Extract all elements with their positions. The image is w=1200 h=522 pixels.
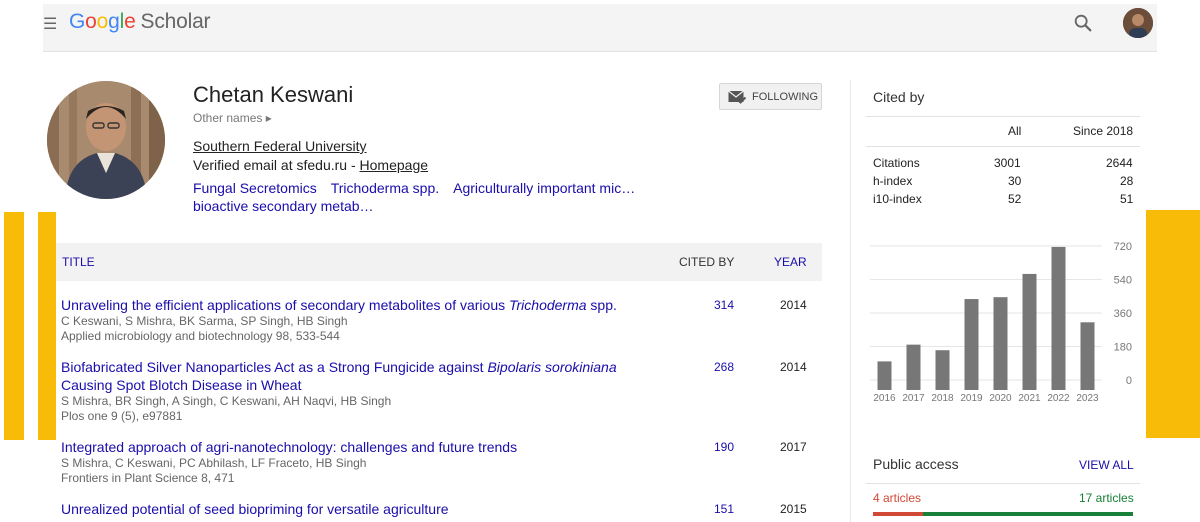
following-button[interactable]: FOLLOWING	[719, 83, 822, 110]
account-avatar[interactable]	[1123, 8, 1153, 38]
metric-since: 28	[1120, 174, 1134, 188]
metric-all: 52	[1008, 192, 1022, 206]
other-names-toggle[interactable]: Other names ▸	[193, 111, 272, 125]
top-bar: ☰ Google Scholar	[43, 4, 1157, 52]
x-tick-label: 2023	[1076, 393, 1099, 404]
available-link[interactable]: 17 articles	[1079, 491, 1134, 505]
y-tick-label: 540	[1114, 275, 1132, 287]
articles-table-header: TITLE CITED BY YEAR	[56, 243, 822, 281]
interest-link[interactable]: Agriculturally important mic…	[453, 180, 635, 196]
chart-bar-2020[interactable]	[993, 297, 1008, 390]
cited-by-count-link[interactable]: 268	[714, 360, 734, 374]
homepage-link[interactable]: Homepage	[360, 157, 429, 173]
article-venue: Applied microbiology and biotechnology 9…	[61, 329, 340, 343]
article-title-link[interactable]: Unraveling the efficient applications of…	[61, 296, 651, 314]
menu-icon[interactable]: ☰	[43, 14, 57, 34]
sort-by-title[interactable]: TITLE	[62, 255, 95, 269]
table-row: Integrated approach of agri-nanotechnolo…	[61, 438, 821, 486]
profile-photo	[47, 81, 165, 199]
article-title-link[interactable]: Unrealized potential of seed biopriming …	[61, 500, 651, 518]
article-authors: S Mishra, BR Singh, A Singh, C Keswani, …	[61, 394, 392, 408]
interest-link[interactable]: Fungal Secretomics	[193, 180, 317, 196]
envelope-check-icon	[728, 90, 746, 104]
article-year: 2015	[780, 502, 807, 516]
y-tick-label: 180	[1114, 342, 1132, 354]
x-tick-label: 2019	[960, 393, 983, 404]
chart-bar-2019[interactable]	[964, 299, 979, 390]
metric-label: Citations	[873, 156, 920, 170]
metric-since: 2644	[1106, 156, 1133, 170]
public-access-bar	[873, 512, 1133, 516]
public-access-bar-not-available	[873, 512, 923, 516]
article-year: 2017	[780, 440, 807, 454]
chart-bar-2018[interactable]	[935, 350, 950, 390]
article-authors: S Mishra, C Keswani, PC Abhilash, LF Fra…	[61, 456, 367, 470]
interest-link[interactable]: Trichoderma spp.	[331, 180, 439, 196]
x-tick-label: 2021	[1018, 393, 1041, 404]
chart-bar-2023[interactable]	[1080, 322, 1095, 390]
x-tick-label: 2022	[1047, 393, 1070, 404]
metric-label: h-index	[873, 174, 913, 188]
cited-by-count-link[interactable]: 314	[714, 298, 734, 312]
article-venue: Frontiers in Plant Science 8, 471	[61, 471, 235, 485]
metrics-col-since: Since 2018	[1073, 124, 1134, 138]
research-interests: Fungal Secretomics Trichoderma spp. Agricu…	[193, 179, 653, 215]
profile-name: Chetan Keswani	[193, 82, 354, 107]
metrics-col-all: All	[1008, 124, 1022, 138]
metric-since: 51	[1120, 192, 1134, 206]
article-title-link[interactable]: Biofabricated Silver Nanoparticles Act a…	[61, 358, 651, 394]
y-tick-label: 720	[1114, 241, 1132, 253]
cited-by-title: Cited by	[873, 89, 925, 105]
decor-bar-left-2	[38, 212, 56, 440]
cited-by-count-link[interactable]: 190	[714, 440, 734, 454]
x-tick-label: 2017	[902, 393, 925, 404]
interest-link[interactable]: bioactive secondary metab…	[193, 198, 374, 214]
verified-email: Verified email at sfedu.ru - Homepage	[193, 157, 429, 173]
table-row: Unrealized potential of seed biopriming …	[61, 500, 821, 518]
cited-by-count-link[interactable]: 151	[714, 502, 734, 516]
metric-label: i10-index	[873, 192, 922, 206]
public-access-title: Public access	[873, 456, 959, 472]
chart-bar-2016[interactable]	[877, 361, 892, 390]
x-tick-label: 2018	[931, 393, 954, 404]
divider	[866, 483, 1140, 484]
not-available-link[interactable]: 4 articles	[873, 491, 921, 505]
sidebar-divider	[850, 80, 851, 522]
citations-bar-chart: 0 180 360 540 720 2016 2017 2018 2019 2020 2021 202…	[870, 241, 1132, 404]
decor-bar-right	[1146, 210, 1200, 438]
decor-bar-left-1	[4, 212, 24, 440]
article-year: 2014	[780, 360, 807, 374]
sort-by-year[interactable]: YEAR	[774, 255, 807, 269]
search-icon[interactable]	[1072, 12, 1094, 34]
divider	[866, 146, 1140, 147]
article-year: 2014	[780, 298, 807, 312]
metric-all: 3001	[994, 156, 1021, 170]
chart-bar-2017[interactable]	[906, 344, 921, 390]
article-title-link[interactable]: Integrated approach of agri-nanotechnolo…	[61, 438, 651, 456]
google-scholar-logo[interactable]: Google Scholar	[69, 10, 211, 34]
chart-bar-2021[interactable]	[1022, 273, 1037, 390]
divider	[866, 116, 1140, 117]
x-tick-label: 2020	[989, 393, 1012, 404]
y-tick-label: 0	[1126, 375, 1132, 387]
y-tick-label: 360	[1114, 308, 1132, 320]
affiliation-link[interactable]: Southern Federal University	[193, 138, 367, 154]
metric-all: 30	[1008, 174, 1022, 188]
table-row: Biofabricated Silver Nanoparticles Act a…	[61, 358, 821, 424]
article-venue: Plos one 9 (5), e97881	[61, 409, 183, 423]
x-tick-label: 2016	[873, 393, 896, 404]
table-row: Unraveling the efficient applications of…	[61, 296, 821, 344]
sort-by-cited[interactable]: CITED BY	[679, 255, 734, 269]
view-all-link[interactable]: VIEW ALL	[1079, 458, 1134, 472]
article-authors: C Keswani, S Mishra, BK Sarma, SP Singh,…	[61, 314, 348, 328]
chart-bar-2022[interactable]	[1051, 246, 1066, 390]
